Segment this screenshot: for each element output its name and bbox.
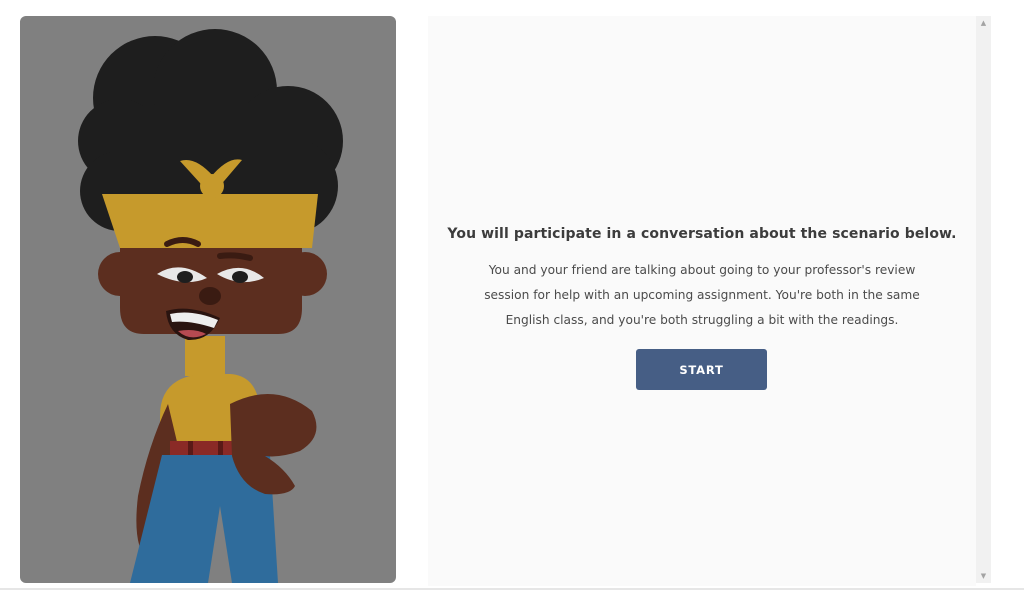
headband — [102, 194, 318, 248]
scenario-panel: You will participate in a conversation a… — [428, 16, 976, 586]
scenario-heading: You will participate in a conversation a… — [447, 226, 957, 242]
bottom-divider — [0, 588, 1024, 590]
character-illustration — [78, 29, 343, 583]
scenario-description: You and your friend are talking about go… — [484, 258, 920, 333]
neck — [185, 336, 225, 376]
vertical-scrollbar[interactable]: ▲ ▼ — [976, 16, 991, 583]
scroll-up-arrow-icon[interactable]: ▲ — [976, 16, 991, 30]
left-pupil — [177, 271, 193, 283]
page: You will participate in a conversation a… — [0, 0, 1024, 602]
nose — [199, 287, 221, 305]
right-pupil — [232, 271, 248, 283]
start-button[interactable]: START — [636, 349, 767, 390]
scenario-line: You and your friend are talking about go… — [488, 263, 916, 277]
right-eyebrow — [217, 252, 253, 261]
headband-knot — [200, 174, 224, 198]
character-illustration-panel — [20, 16, 396, 583]
scroll-down-arrow-icon[interactable]: ▼ — [976, 569, 991, 583]
scenario-line: session for help with an upcoming assign… — [484, 288, 920, 302]
scenario-line: English class, and you're both strugglin… — [505, 313, 899, 327]
